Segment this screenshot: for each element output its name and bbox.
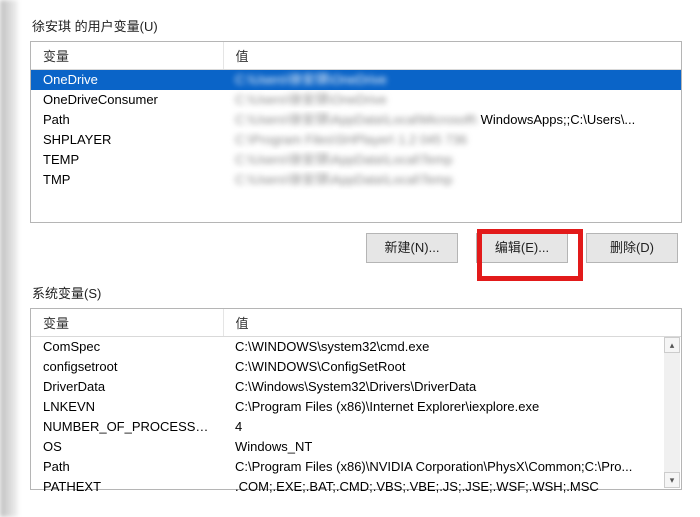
user-vars-label: 徐安琪 的用户变量(U): [32, 16, 682, 35]
user-col-var[interactable]: 变量: [31, 42, 223, 70]
scroll-track[interactable]: [664, 353, 680, 472]
cell-var: OneDrive: [31, 70, 223, 91]
cell-var: ComSpec: [31, 337, 223, 358]
cell-var: SHPLAYER: [31, 130, 223, 150]
cell-val: 4: [223, 417, 681, 437]
user-vars-table[interactable]: 变量 值 OneDriveC:\Users\徐安琪\OneDriveOneDri…: [30, 41, 682, 223]
cell-val: C:\Program Files (x86)\Internet Explorer…: [223, 397, 681, 417]
table-row[interactable]: OneDriveConsumerC:\Users\徐安琪\OneDrive: [31, 90, 681, 110]
delete-button[interactable]: 删除(D): [586, 233, 678, 263]
cell-var: PATHEXT: [31, 477, 223, 497]
cell-var: TMP: [31, 170, 223, 190]
sys-col-var[interactable]: 变量: [31, 309, 223, 337]
cell-val: C:\Users\徐安琪\AppData\Local\Temp: [223, 170, 681, 190]
cell-var: NUMBER_OF_PROCESSORS: [31, 417, 223, 437]
table-row[interactable]: NUMBER_OF_PROCESSORS4: [31, 417, 681, 437]
cell-val: C:\WINDOWS\ConfigSetRoot: [223, 357, 681, 377]
cell-var: LNKEVN: [31, 397, 223, 417]
table-row[interactable]: ComSpecC:\WINDOWS\system32\cmd.exe: [31, 337, 681, 358]
cell-val: C:\Program Files (x86)\NVIDIA Corporatio…: [223, 457, 681, 477]
cell-val: Windows_NT: [223, 437, 681, 457]
cell-var: OS: [31, 437, 223, 457]
cell-val: C:\Users\徐安琪\AppData\Local\Microsoft\ Wi…: [223, 110, 681, 130]
table-row[interactable]: PATHEXT.COM;.EXE;.BAT;.CMD;.VBS;.VBE;.JS…: [31, 477, 681, 497]
table-row[interactable]: OneDriveC:\Users\徐安琪\OneDrive: [31, 70, 681, 91]
cell-val: C:\Windows\System32\Drivers\DriverData: [223, 377, 681, 397]
table-row[interactable]: SHPLAYERC:\Program Files\SHPlayer\ 1.2 0…: [31, 130, 681, 150]
new-button[interactable]: 新建(N)...: [366, 233, 458, 263]
cell-var: Path: [31, 457, 223, 477]
user-button-row: 新建(N)... 编辑(E)... 删除(D): [30, 223, 682, 277]
cell-val: .COM;.EXE;.BAT;.CMD;.VBS;.VBE;.JS;.JSE;.…: [223, 477, 681, 497]
user-col-val[interactable]: 值: [223, 42, 681, 70]
table-row[interactable]: DriverDataC:\Windows\System32\Drivers\Dr…: [31, 377, 681, 397]
cell-val: C:\Users\徐安琪\AppData\Local\Temp: [223, 150, 681, 170]
edit-button[interactable]: 编辑(E)...: [476, 233, 568, 263]
cell-val: C:\WINDOWS\system32\cmd.exe: [223, 337, 681, 358]
table-row[interactable]: PathC:\Users\徐安琪\AppData\Local\Microsoft…: [31, 110, 681, 130]
system-vars-label: 系统变量(S): [32, 283, 682, 302]
sys-col-val[interactable]: 值: [223, 309, 681, 337]
table-row[interactable]: OSWindows_NT: [31, 437, 681, 457]
window-left-shadow: [0, 0, 18, 517]
cell-var: configsetroot: [31, 357, 223, 377]
system-vars-table[interactable]: 变量 值 ComSpecC:\WINDOWS\system32\cmd.exec…: [30, 308, 682, 490]
system-scrollbar[interactable]: ▴ ▾: [664, 337, 680, 488]
cell-val: C:\Users\徐安琪\OneDrive: [223, 70, 681, 91]
table-row[interactable]: LNKEVNC:\Program Files (x86)\Internet Ex…: [31, 397, 681, 417]
cell-var: DriverData: [31, 377, 223, 397]
scroll-up-icon[interactable]: ▴: [664, 337, 680, 353]
table-row[interactable]: TEMPC:\Users\徐安琪\AppData\Local\Temp: [31, 150, 681, 170]
cell-val: C:\Program Files\SHPlayer\ 1.2 045 736: [223, 130, 681, 150]
cell-var: OneDriveConsumer: [31, 90, 223, 110]
cell-var: TEMP: [31, 150, 223, 170]
cell-val: C:\Users\徐安琪\OneDrive: [223, 90, 681, 110]
scroll-down-icon[interactable]: ▾: [664, 472, 680, 488]
table-row[interactable]: TMPC:\Users\徐安琪\AppData\Local\Temp: [31, 170, 681, 190]
cell-var: Path: [31, 110, 223, 130]
table-row[interactable]: PathC:\Program Files (x86)\NVIDIA Corpor…: [31, 457, 681, 477]
table-row[interactable]: configsetrootC:\WINDOWS\ConfigSetRoot: [31, 357, 681, 377]
